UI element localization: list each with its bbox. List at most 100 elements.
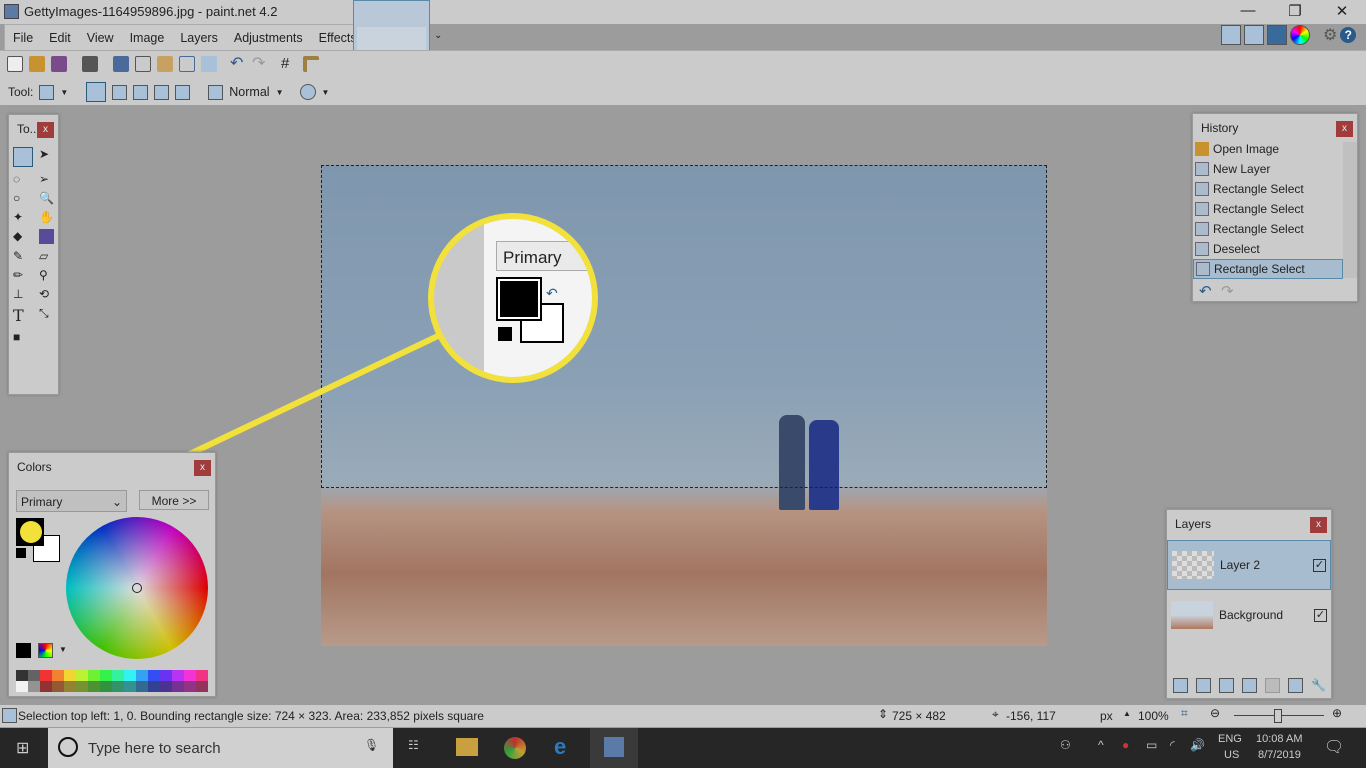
history-item[interactable]: Rectangle Select xyxy=(1193,199,1343,219)
palette-swatch[interactable] xyxy=(76,670,88,681)
undo-icon[interactable]: ↶ xyxy=(1199,282,1212,300)
action-center-icon[interactable]: 🗨 xyxy=(1324,737,1344,757)
colors-icon[interactable] xyxy=(1290,25,1310,45)
windows-start-icon[interactable]: ⊞ xyxy=(16,738,29,758)
redo-icon[interactable]: ↷ xyxy=(1221,282,1234,300)
history-close-button[interactable]: x xyxy=(1336,121,1353,137)
zoom-to-window-icon[interactable]: ⌗ xyxy=(1181,706,1188,721)
palette-swatch[interactable] xyxy=(148,681,160,692)
tabs-dropdown-icon[interactable]: ⌄ xyxy=(434,30,442,41)
duplicate-layer-icon[interactable] xyxy=(1219,678,1234,693)
palette-menu-icon[interactable] xyxy=(38,643,53,658)
paintbrush-tool-icon[interactable]: ✎ xyxy=(13,249,33,263)
paint-bucket-tool-icon[interactable]: ◆ xyxy=(13,229,33,244)
palette-swatch[interactable] xyxy=(124,681,136,692)
move-selected-tool-icon[interactable]: ➤ xyxy=(39,147,59,167)
palette-swatch[interactable] xyxy=(124,670,136,681)
layers-icon[interactable] xyxy=(1267,25,1287,45)
palette-swatch[interactable] xyxy=(136,670,148,681)
menu-view[interactable]: View xyxy=(79,25,122,50)
color-mode-select[interactable]: Primary ⌄ xyxy=(16,490,127,512)
blend-mode-select[interactable]: Normal xyxy=(229,85,269,99)
color-picker-tool-icon[interactable]: ⚲ xyxy=(39,268,59,282)
open-icon[interactable] xyxy=(29,56,45,72)
undo-icon[interactable]: ↶ xyxy=(230,56,246,72)
history-item[interactable]: Rectangle Select xyxy=(1193,219,1343,239)
zoom-in-icon[interactable]: ⊕ xyxy=(1332,706,1342,720)
palette-swatch[interactable] xyxy=(136,681,148,692)
palette-swatch[interactable] xyxy=(28,670,40,681)
menu-layers[interactable]: Layers xyxy=(172,25,226,50)
history-item[interactable]: Rectangle Select xyxy=(1193,259,1343,279)
menu-image[interactable]: Image xyxy=(122,25,173,50)
show-hidden-icons[interactable]: ^ xyxy=(1098,738,1104,752)
palette-swatch[interactable] xyxy=(28,681,40,692)
palette-swatch[interactable] xyxy=(148,670,160,681)
reset-colors-icon[interactable] xyxy=(16,548,26,558)
selection-mode-union-icon[interactable] xyxy=(112,84,128,100)
volume-icon[interactable]: 🔊 xyxy=(1190,738,1205,752)
antivirus-icon[interactable]: ● xyxy=(1122,738,1129,752)
layer-row-background[interactable]: Background ✓ xyxy=(1167,590,1331,640)
delete-layer-icon[interactable] xyxy=(1196,678,1211,693)
colors-close-button[interactable]: x xyxy=(194,460,211,476)
current-tool-icon[interactable] xyxy=(39,84,55,100)
print-icon[interactable] xyxy=(82,56,98,72)
zoom-slider-thumb[interactable] xyxy=(1274,709,1282,723)
tools-close-button[interactable]: x xyxy=(37,122,54,138)
menu-file[interactable]: File xyxy=(5,25,41,50)
palette-swatch[interactable] xyxy=(76,681,88,692)
pencil-tool-icon[interactable]: ✏ xyxy=(13,268,33,282)
deselect-icon[interactable] xyxy=(201,56,217,72)
text-tool-icon[interactable]: T xyxy=(13,306,33,325)
palette-swatch[interactable] xyxy=(52,670,64,681)
palette-swatch[interactable] xyxy=(88,681,100,692)
palette-swatch[interactable] xyxy=(100,681,112,692)
clone-stamp-tool-icon[interactable]: ⊥ xyxy=(13,287,33,301)
selection-clipping-icon[interactable] xyxy=(208,84,224,100)
tool-dropdown-icon[interactable]: ▼ xyxy=(60,88,68,97)
units-dropdown-icon[interactable]: ▲ xyxy=(1123,709,1131,718)
layer-properties-icon[interactable]: 🔧 xyxy=(1311,678,1326,693)
palette-swatch[interactable] xyxy=(160,670,172,681)
chrome-icon[interactable] xyxy=(504,737,526,759)
language-eng[interactable]: ENG xyxy=(1218,733,1242,745)
palette-swatch[interactable] xyxy=(16,670,28,681)
close-button[interactable]: ✕ xyxy=(1322,2,1362,20)
units-select[interactable]: px xyxy=(1100,709,1113,723)
selection-mode-exclude-icon[interactable] xyxy=(133,84,149,100)
gear-icon[interactable]: ⚙ xyxy=(1323,25,1337,45)
ellipse-select-tool-icon[interactable]: ○ xyxy=(13,191,33,205)
paintnet-taskbar-button[interactable] xyxy=(590,728,638,768)
lasso-tool-icon[interactable]: ◌ xyxy=(13,172,33,186)
selection-mode-intersect-icon[interactable] xyxy=(154,84,170,100)
layer-row-layer-2[interactable]: Layer 2 ✓ xyxy=(1167,540,1331,590)
clock-time[interactable]: 10:08 AM xyxy=(1256,733,1302,745)
antialiasing-dropdown-icon[interactable]: ▼ xyxy=(322,88,330,97)
history-item[interactable]: Open Image xyxy=(1193,139,1343,159)
new-icon[interactable] xyxy=(7,56,23,72)
blend-mode-dropdown-icon[interactable]: ▼ xyxy=(276,88,284,97)
people-icon[interactable]: ⚇ xyxy=(1060,738,1071,752)
antialiasing-icon[interactable] xyxy=(299,84,316,100)
rectangle-select-tool-icon[interactable] xyxy=(13,147,33,167)
palette-swatch[interactable] xyxy=(112,681,124,692)
add-to-palette-icon[interactable] xyxy=(16,643,31,658)
palette-swatch[interactable] xyxy=(52,681,64,692)
history-icon[interactable] xyxy=(1244,25,1264,45)
palette-swatch[interactable] xyxy=(172,670,184,681)
wifi-icon[interactable]: ◜ xyxy=(1170,738,1175,752)
cut-icon[interactable] xyxy=(113,56,129,72)
history-item[interactable]: Rectangle Select xyxy=(1193,179,1343,199)
search-box[interactable]: Type here to search 🎙 xyxy=(48,728,393,768)
palette-swatch[interactable] xyxy=(16,681,28,692)
clock-date[interactable]: 8/7/2019 xyxy=(1258,749,1301,761)
zoom-level[interactable]: 100% xyxy=(1138,709,1169,723)
file-explorer-icon[interactable] xyxy=(456,738,478,756)
crop-icon[interactable] xyxy=(179,56,195,72)
color-wheel[interactable] xyxy=(66,517,208,659)
copy-icon[interactable] xyxy=(135,56,151,72)
move-layer-down-icon[interactable] xyxy=(1288,678,1303,693)
palette-swatch[interactable] xyxy=(64,670,76,681)
palette-swatch[interactable] xyxy=(100,670,112,681)
